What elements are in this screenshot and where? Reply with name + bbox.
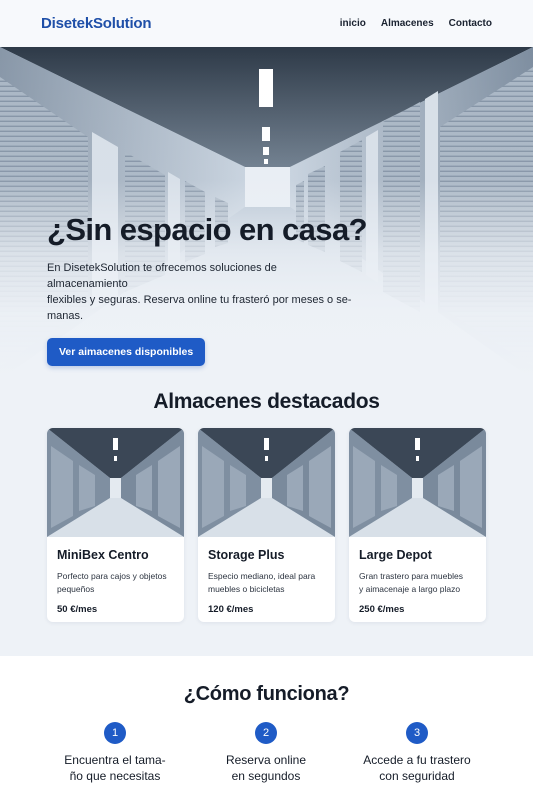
nav-links: inicio Almacenes Contacto [340,18,492,29]
hero-text-line: manas. [47,310,84,322]
nav-link-almacenes[interactable]: Almacenes [381,18,434,29]
card-description: Porfecto para cajos y objetos pequeños [57,570,174,598]
hero-text-line: En DisetekSolution te ofrecemos solucion… [47,262,277,290]
nav-link-inicio[interactable]: inicio [340,18,366,29]
step-text-line: en segundos [231,769,301,783]
card-price: 120 €/mes [208,604,254,615]
storage-card-large-depot[interactable]: Large Depot Gran trastero para muebles y… [349,428,486,622]
step-text: Accede a fu trastero con seguridad [347,752,487,784]
card-body: MiniBex Centro Porfecto para cajos y obj… [47,537,184,615]
hero-section: ¿Sin espacio en casa? En DisetekSolution… [0,47,533,380]
step-text: Reserva online en segundos [196,752,336,784]
storage-card-storage-plus[interactable]: Storage Plus Especio mediano, ideal para… [198,428,335,622]
card-body: Large Depot Gran trastero para muebles y… [349,537,486,615]
step-number-badge: 1 [104,722,126,744]
step-number-badge: 3 [406,722,428,744]
brand-logo[interactable]: DisetekSolution [41,15,152,32]
hero-description: En DisetekSolution te ofrecemos solucion… [47,260,357,324]
step-1: 1 Encuentra el tama- ño que necesitas [45,722,185,784]
step-text-line: Encuentra el tama- [64,753,166,767]
step-3: 3 Accede a fu trastero con seguridad [347,722,487,784]
step-2: 2 Reserva online en segundos [196,722,336,784]
storage-card-minibex[interactable]: MiniBex Centro Porfecto para cajos y obj… [47,428,184,622]
card-desc-line: pequeños [57,584,95,594]
step-number-badge: 2 [255,722,277,744]
view-storage-button[interactable]: Ver aimacenes disponibles [47,338,206,366]
card-title: Large Depot [359,548,432,562]
card-desc-line: y aimacenaje a largo plazo [359,584,461,594]
hero-text-line: flexibles y seguras. Reserva online tu f… [47,294,352,306]
step-text-line: Reserva online [225,753,307,767]
card-price: 50 €/mes [57,604,98,615]
hero-title: ¿Sin espacio en casa? [47,212,368,247]
top-navbar: DisetekSolution inicio Almacenes Contact… [0,0,533,47]
card-description: Especio mediano, ideal para muebles o bi… [208,570,325,598]
card-body: Storage Plus Especio mediano, ideal para… [198,537,335,615]
card-desc-line: Especio mediano, ideal para [208,571,316,581]
storage-card-image [349,428,486,537]
nav-link-contacto[interactable]: Contacto [449,18,492,29]
how-section-title: ¿Cómo funciona? [183,683,350,705]
storage-card-image [47,428,184,537]
step-text-line: Accede a fu trastero [363,753,471,767]
step-text-line: con seguridad [379,769,455,783]
card-price: 250 €/mes [359,604,405,615]
card-description: Gran trastero para muebles y aimacenaje … [359,570,476,598]
featured-section-title: Almacenes destacados [153,390,380,413]
card-title: MiniBex Centro [57,548,149,562]
hero-content: ¿Sin espacio en casa? En DisetekSolution… [47,212,368,366]
card-desc-line: Porfecto para cajos y objetos [57,571,167,581]
card-title: Storage Plus [208,548,285,562]
card-desc-line: muebles o bicicletas [208,584,285,594]
step-text: Encuentra el tama- ño que necesitas [45,752,185,784]
card-desc-line: Gran trastero para muebles [359,571,463,581]
how-it-works-section: ¿Cómo funciona? 1 Encuentra el tama- ño … [0,656,533,800]
step-text-line: ño que necesitas [69,769,161,783]
storage-card-image [198,428,335,537]
